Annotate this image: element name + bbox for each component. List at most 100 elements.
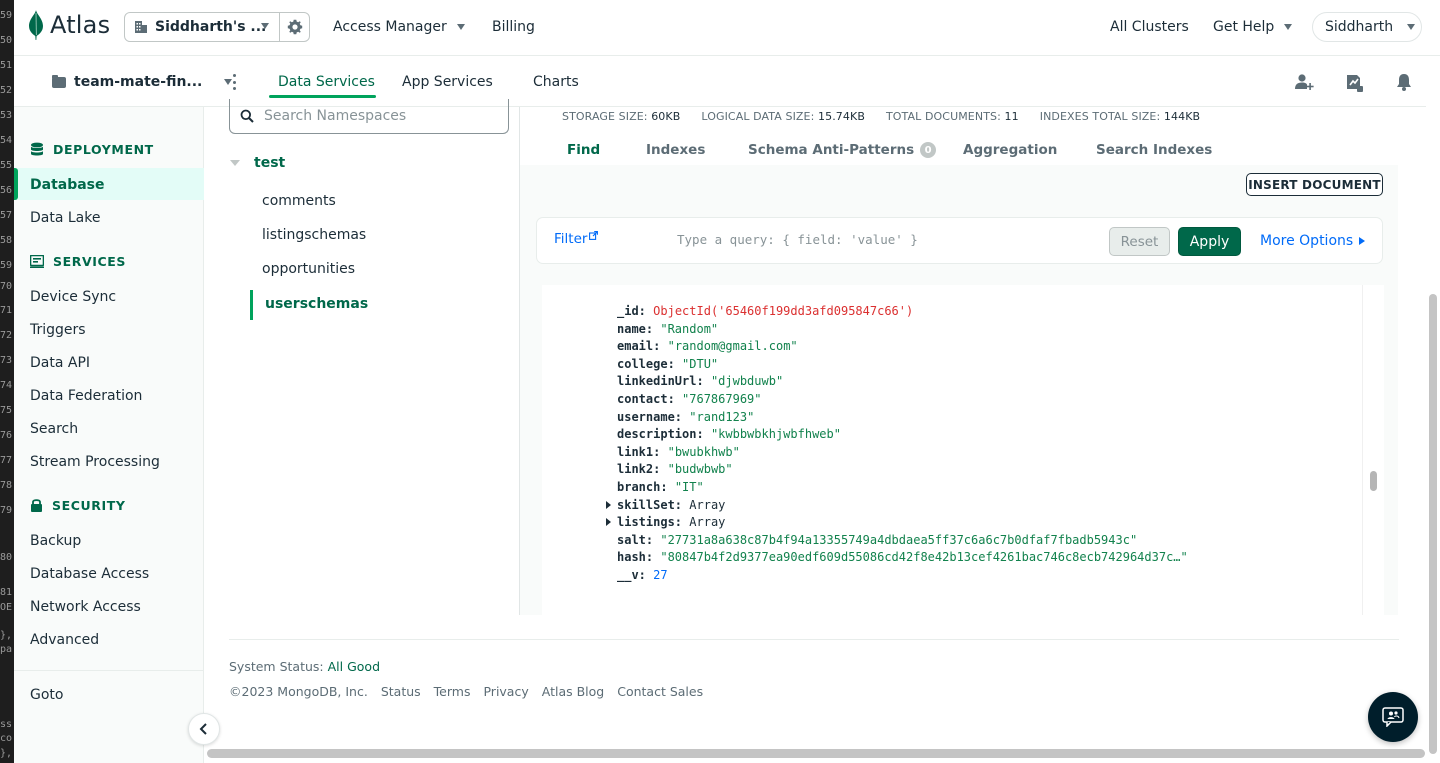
collapse-sidebar-button[interactable]: [188, 713, 220, 745]
all-clusters-label: All Clusters: [1110, 19, 1189, 35]
field-value: "djwbduwb": [710, 374, 784, 389]
sidebar-item-goto[interactable]: Goto: [30, 687, 63, 703]
sidebar-item-search[interactable]: Search: [30, 421, 78, 437]
document-field: email: "random@gmail.com": [617, 339, 798, 353]
get-help-menu[interactable]: Get Help: [1213, 19, 1293, 35]
sidebar-item-database-access[interactable]: Database Access: [30, 566, 149, 582]
sidebar-item-data-federation[interactable]: Data Federation: [30, 388, 142, 404]
tab-data-services[interactable]: Data Services: [278, 74, 375, 90]
terminal-fragment: 80: [0, 552, 13, 563]
terminal-fragment: },: [0, 748, 13, 759]
building-icon: [135, 21, 147, 33]
field-value: ObjectId('65460f199dd3afd095847c66'): [653, 304, 914, 318]
terminal-fragment: 58: [0, 235, 13, 246]
collection-item-userschemas[interactable]: userschemas: [265, 296, 368, 312]
document-scrollbar[interactable]: [1362, 285, 1384, 615]
sidebar-item-backup[interactable]: Backup: [30, 533, 81, 549]
tab-charts[interactable]: Charts: [533, 74, 579, 90]
mongodb-leaf-icon: [29, 10, 43, 40]
organization-settings-button[interactable]: [279, 12, 310, 42]
active-tab-indicator: [269, 95, 376, 98]
terminal-fragment: 76: [0, 430, 13, 441]
active-collection-indicator: [250, 290, 253, 320]
document-field: name: "Random": [617, 322, 718, 336]
terminal-fragment: 57: [0, 210, 13, 221]
notifications-bell-icon[interactable]: [1394, 72, 1414, 92]
tab-search-indexes[interactable]: Search Indexes: [1096, 142, 1212, 158]
collection-item-listingschemas[interactable]: listingschemas: [262, 227, 366, 243]
terminal-fragment: 59: [0, 10, 13, 21]
footer-link-privacy[interactable]: Privacy: [483, 684, 528, 699]
collection-item-comments[interactable]: comments: [262, 193, 336, 209]
billing-link[interactable]: Billing: [492, 19, 535, 35]
all-clusters-link[interactable]: All Clusters: [1110, 19, 1189, 35]
user-menu[interactable]: Siddharth: [1312, 12, 1422, 42]
expand-arrow-icon[interactable]: [606, 518, 611, 527]
security-section-title: SECURITY: [52, 498, 126, 513]
system-status-value[interactable]: All Good: [328, 659, 380, 674]
horizontal-scrollbar[interactable]: [207, 749, 1425, 758]
terminal-fragment: 72: [0, 330, 13, 341]
project-selector[interactable]: team-mate-fin...: [52, 74, 233, 90]
project-actions-kebab-icon[interactable]: [232, 74, 236, 90]
services-section-header: SERVICES: [30, 254, 126, 269]
sidebar-item-data-api[interactable]: Data API: [30, 355, 90, 371]
document-field[interactable]: skillSet: Array: [606, 498, 725, 512]
page-scrollbar[interactable]: [1426, 56, 1440, 754]
footer-link-status[interactable]: Status: [381, 684, 421, 699]
collection-item-opportunities[interactable]: opportunities: [262, 261, 355, 277]
footer-link-terms[interactable]: Terms: [434, 684, 471, 699]
access-manager-menu[interactable]: Access Manager: [333, 19, 465, 35]
database-tree-item-test[interactable]: test: [230, 155, 285, 171]
folder-icon: [52, 74, 66, 88]
atlas-logo[interactable]: Atlas: [28, 10, 110, 40]
field-value: "Random": [660, 321, 719, 336]
page-scrollbar-thumb[interactable]: [1429, 294, 1437, 754]
footer-link-atlas-blog[interactable]: Atlas Blog: [542, 684, 604, 699]
namespace-search-input[interactable]: Search Namespaces: [229, 99, 509, 134]
sidebar-item-stream-processing[interactable]: Stream Processing: [30, 454, 160, 470]
apply-button[interactable]: Apply: [1178, 227, 1241, 256]
tab-find[interactable]: Find: [567, 142, 600, 158]
filter-link[interactable]: Filter: [554, 231, 599, 247]
document-scrollbar-thumb[interactable]: [1370, 471, 1377, 491]
field-value: "27731a8a638c87b4f94a13355749a4dbdaea5ff…: [660, 532, 1138, 547]
footer-link-contact-sales[interactable]: Contact Sales: [617, 684, 703, 699]
indexes-size-value: 144KB: [1163, 110, 1201, 123]
get-help-label: Get Help: [1213, 19, 1275, 35]
activity-feed-icon[interactable]: [1344, 72, 1364, 92]
tab-indexes[interactable]: Indexes: [646, 142, 705, 158]
sidebar-item-network-access[interactable]: Network Access: [30, 599, 141, 615]
indexes-size-stat: INDEXES TOTAL SIZE: 144KB: [1040, 110, 1200, 123]
query-input[interactable]: Type a query: { field: 'value' }: [677, 232, 918, 247]
sidebar-item-advanced[interactable]: Advanced: [30, 632, 99, 648]
system-status: System Status: All Good: [229, 659, 380, 674]
sidebar-item-triggers[interactable]: Triggers: [30, 322, 86, 338]
reset-button[interactable]: Reset: [1109, 227, 1170, 256]
field-value: "random@gmail.com": [667, 339, 798, 354]
tab-app-services[interactable]: App Services: [402, 74, 493, 90]
insert-document-button[interactable]: INSERT DOCUMENT: [1246, 173, 1383, 196]
sidebar-item-data-lake[interactable]: Data Lake: [30, 210, 100, 226]
caret-right-icon: [1359, 237, 1366, 245]
expand-arrow-icon[interactable]: [606, 500, 611, 509]
lock-icon: [31, 499, 42, 512]
terminal-fragment: 79: [0, 505, 13, 516]
sidebar-item-database[interactable]: Database: [30, 177, 105, 193]
field-key: link1:: [617, 444, 661, 459]
terminal-fragment: 81: [0, 587, 13, 598]
expand-caret-icon: [230, 160, 240, 166]
field-value: "DTU": [682, 356, 719, 371]
tab-schema-anti-patterns[interactable]: Schema Anti-Patterns 0: [748, 142, 937, 158]
tab-aggregation[interactable]: Aggregation: [963, 142, 1057, 158]
organization-selector[interactable]: Siddharth's ...: [124, 12, 310, 42]
more-options-button[interactable]: More Options: [1260, 233, 1366, 249]
sidebar-item-device-sync[interactable]: Device Sync: [30, 289, 116, 305]
storage-size-stat: STORAGE SIZE: 60KB: [562, 110, 680, 123]
terminal-fragment: },: [0, 630, 13, 641]
chevron-down-icon: [1407, 24, 1416, 30]
invite-user-icon[interactable]: [1294, 72, 1314, 92]
document-field[interactable]: listings: Array: [606, 515, 725, 529]
terminal-fragment: 59: [0, 260, 13, 271]
chat-support-button[interactable]: [1368, 692, 1418, 742]
